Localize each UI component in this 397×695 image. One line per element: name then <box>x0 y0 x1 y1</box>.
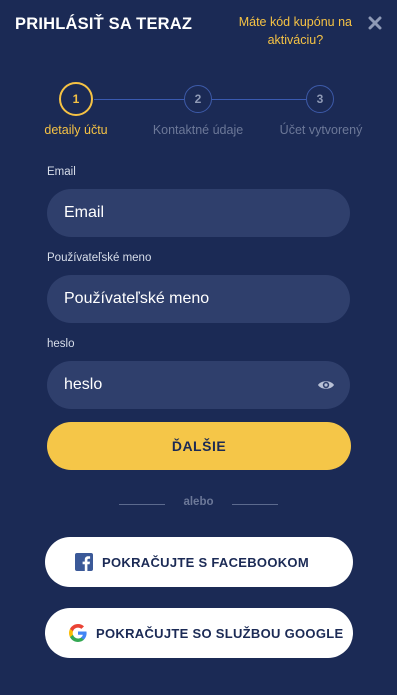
password-placeholder: heslo <box>64 376 103 393</box>
email-placeholder: Email <box>64 204 105 221</box>
password-label: heslo <box>47 338 75 350</box>
next-button[interactable]: ĎALŠIE <box>47 422 351 470</box>
facebook-icon <box>75 553 93 571</box>
email-label: Email <box>47 166 76 178</box>
step-3-label: Účet vytvorený <box>279 123 363 137</box>
step-1-circle: 1 <box>59 82 93 116</box>
password-field[interactable]: heslo <box>47 361 350 409</box>
email-field[interactable]: Email <box>47 189 350 237</box>
google-login-button[interactable]: POKRAČUJTE SO SLUŽBOU GOOGLE <box>45 608 353 658</box>
close-icon[interactable] <box>367 15 383 31</box>
username-placeholder: Používateľské meno <box>64 290 210 307</box>
progress-stepper: 1 2 3 detaily účtu Kontaktné údaje Účet … <box>0 80 397 150</box>
facebook-login-button[interactable]: POKRAČUJTE S FACEBOOKOM <box>45 537 353 587</box>
step-3-circle: 3 <box>306 85 334 113</box>
or-divider: alebo <box>0 496 397 512</box>
username-label: Používateľské meno <box>47 252 152 264</box>
step-connector <box>94 99 184 100</box>
google-icon <box>69 624 87 642</box>
step-2-label: Kontaktné údaje <box>152 123 244 137</box>
google-login-label: POKRAČUJTE SO SLUŽBOU GOOGLE <box>96 625 344 641</box>
step-connector <box>212 99 306 100</box>
step-1-label: detaily účtu <box>44 123 108 137</box>
divider-text: alebo <box>183 496 214 508</box>
coupon-link-line1: Máte kód kupónu na <box>238 15 352 29</box>
facebook-login-label: POKRAČUJTE S FACEBOOKOM <box>102 554 309 570</box>
divider-line-right <box>232 504 278 505</box>
username-field[interactable]: Používateľské meno <box>47 275 350 323</box>
eye-icon[interactable] <box>317 377 335 393</box>
coupon-link[interactable]: Máte kód kupónu na aktiváciu? <box>239 13 352 49</box>
coupon-link-line2: aktiváciu? <box>267 33 324 47</box>
page-title: PRIHLÁSIŤ SA TERAZ <box>15 15 193 33</box>
header: PRIHLÁSIŤ SA TERAZ Máte kód kupónu na ak… <box>0 0 397 60</box>
step-2-circle: 2 <box>184 85 212 113</box>
